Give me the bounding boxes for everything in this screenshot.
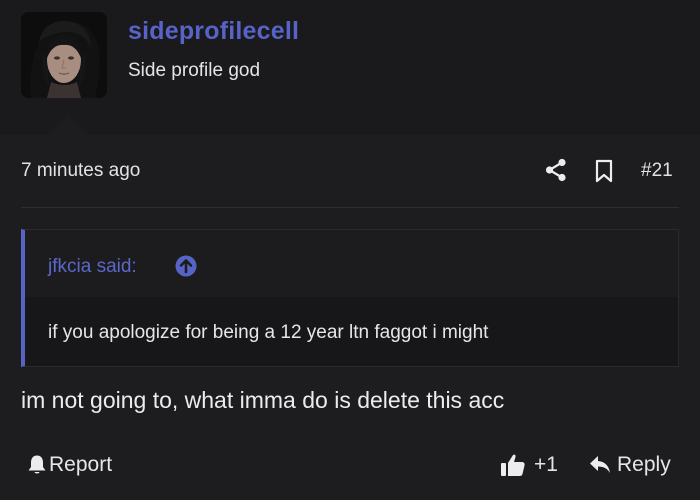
quote-block: jfkcia said: if you apologize for being … <box>21 229 679 367</box>
avatar[interactable] <box>21 12 107 98</box>
report-button[interactable]: Report <box>27 452 112 478</box>
header-pointer <box>48 115 88 135</box>
bell-icon <box>28 455 46 474</box>
quote-author[interactable]: jfkcia said: <box>48 256 137 278</box>
arrow-up-circle-icon[interactable] <box>175 255 197 277</box>
report-label: Report <box>49 453 113 476</box>
username-link[interactable]: sideprofilecell <box>128 17 299 46</box>
bookmark-icon[interactable] <box>594 159 614 183</box>
post-timestamp[interactable]: 7 minutes ago <box>21 160 140 182</box>
message-user-header: sideprofilecell Side profile god <box>0 0 700 135</box>
share-icon[interactable] <box>545 158 567 182</box>
quote-header: jfkcia said: <box>25 230 678 297</box>
post-number-link[interactable]: #21 <box>641 160 673 182</box>
quote-text: if you apologize for being a 12 year ltn… <box>48 322 489 343</box>
divider <box>21 207 679 208</box>
thumbs-up-icon <box>501 454 525 476</box>
user-title: Side profile god <box>128 60 261 81</box>
reply-label: Reply <box>617 453 671 476</box>
like-button[interactable]: +1 <box>500 452 558 478</box>
reply-icon <box>590 456 610 473</box>
message-body: im not going to, what imma do is delete … <box>21 387 505 413</box>
reaction-count: +1 <box>534 453 558 476</box>
reply-button[interactable]: Reply <box>589 452 671 478</box>
